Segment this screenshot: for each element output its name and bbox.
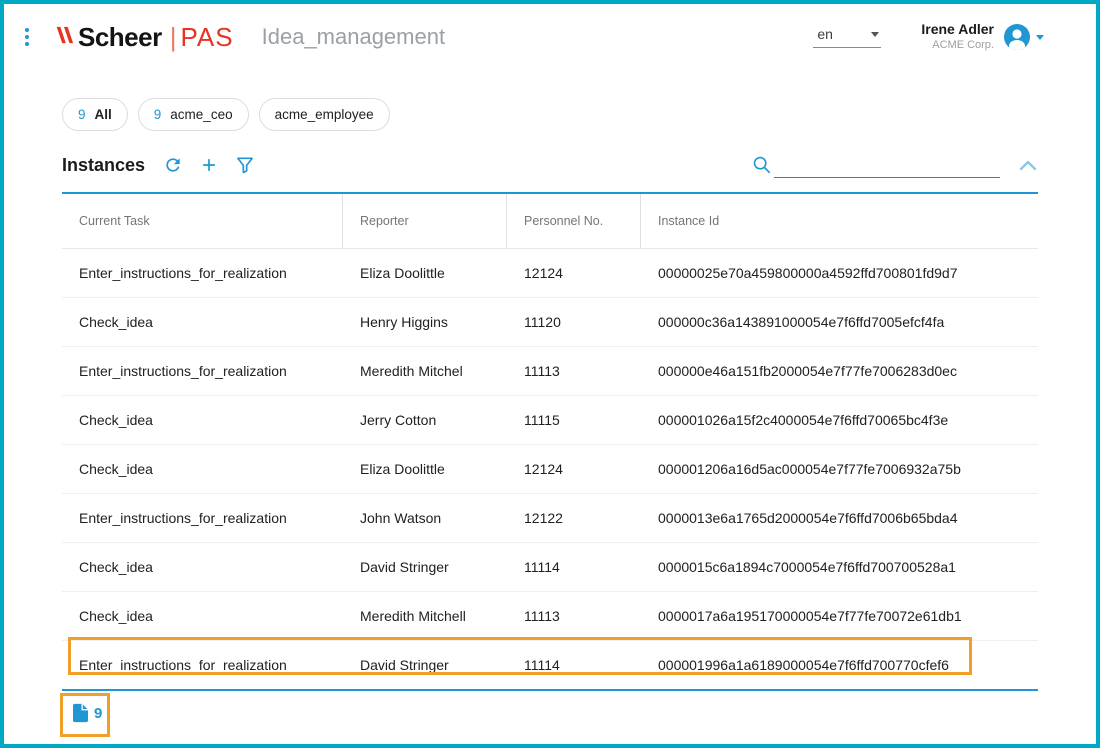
- account-circle-icon: [1002, 22, 1032, 52]
- cell-reporter: Meredith Mitchel: [343, 363, 507, 379]
- chip-label: All: [95, 107, 112, 122]
- user-name: Irene Adler: [921, 21, 994, 39]
- cell-personnel-no: 11114: [507, 559, 641, 575]
- cell-instance-id: 0000017a6a195170000054e7f77fe70072e61db1: [641, 608, 1038, 624]
- table-row[interactable]: Enter_instructions_for_realization Eliza…: [62, 249, 1038, 298]
- collapse-panel-button[interactable]: [1018, 158, 1038, 172]
- page-title: Idea_management: [262, 24, 445, 50]
- page-count-value: 9: [94, 705, 102, 722]
- filter-funnel-icon: [235, 155, 255, 175]
- table-row[interactable]: Check_idea Eliza Doolittle 12124 0000012…: [62, 445, 1038, 494]
- cell-personnel-no: 11114: [507, 657, 641, 673]
- cell-reporter: John Watson: [343, 510, 507, 526]
- app-header: Scheer | PAS Idea_management en Irene Ad…: [14, 10, 1044, 64]
- cell-instance-id: 00000025e70a459800000a4592ffd700801fd9d7: [641, 265, 1038, 281]
- cell-personnel-no: 11113: [507, 363, 641, 379]
- table-row[interactable]: Enter_instructions_for_realization John …: [62, 494, 1038, 543]
- table-header-row: Current Task Reporter Personnel No. Inst…: [62, 194, 1038, 249]
- cell-instance-id: 0000013e6a1765d2000054e7f6ffd7006b65bda4: [641, 510, 1038, 526]
- search-input[interactable]: [774, 153, 1000, 178]
- cell-instance-id: 000001996a1a6189000054e7f6ffd700770cfef6: [641, 657, 1038, 673]
- refresh-icon: [163, 155, 183, 175]
- table-row[interactable]: Check_idea David Stringer 11114 0000015c…: [62, 543, 1038, 592]
- language-select[interactable]: en: [813, 26, 881, 48]
- column-header-reporter[interactable]: Reporter: [343, 194, 507, 248]
- chevron-down-icon: [871, 32, 879, 37]
- scheer-pas-logo: Scheer | PAS: [54, 22, 234, 53]
- cell-personnel-no: 11115: [507, 412, 641, 428]
- user-organization: ACME Corp.: [921, 39, 994, 53]
- filter-chip-acme-employee[interactable]: acme_employee: [259, 98, 390, 131]
- cell-personnel-no: 12124: [507, 265, 641, 281]
- table-row[interactable]: Check_idea Jerry Cotton 11115 000001026a…: [62, 396, 1038, 445]
- cell-personnel-no: 12122: [507, 510, 641, 526]
- add-instance-button[interactable]: [199, 155, 219, 175]
- page-count-button[interactable]: 9: [72, 703, 102, 723]
- search-box: [752, 153, 1000, 178]
- app-window: Scheer | PAS Idea_management en Irene Ad…: [0, 0, 1100, 748]
- table-row[interactable]: Check_idea Meredith Mitchell 11113 00000…: [62, 592, 1038, 641]
- table-row-highlighted[interactable]: Enter_instructions_for_realization David…: [62, 641, 1038, 689]
- cell-instance-id: 0000015c6a1894c7000054e7f6ffd700700528a1: [641, 559, 1038, 575]
- cell-instance-id: 000000c36a143891000054e7f6ffd7005efcf4fa: [641, 314, 1038, 330]
- cell-current-task: Enter_instructions_for_realization: [62, 265, 343, 281]
- user-menu-button[interactable]: [1002, 22, 1044, 52]
- cell-reporter: Meredith Mitchell: [343, 608, 507, 624]
- cell-personnel-no: 11120: [507, 314, 641, 330]
- cell-reporter: Eliza Doolittle: [343, 265, 507, 281]
- cell-current-task: Check_idea: [62, 608, 343, 624]
- cell-instance-id: 000000e46a151fb2000054e7f77fe7006283d0ec: [641, 363, 1038, 379]
- brand-divider: |: [170, 22, 177, 53]
- chip-label: acme_employee: [275, 107, 374, 122]
- cell-current-task: Check_idea: [62, 314, 343, 330]
- cell-current-task: Enter_instructions_for_realization: [62, 510, 343, 526]
- chip-count: 9: [78, 107, 86, 122]
- cell-reporter: David Stringer: [343, 559, 507, 575]
- frame-tab-notch: [38, 0, 250, 5]
- column-header-current-task[interactable]: Current Task: [62, 194, 343, 248]
- cell-current-task: Enter_instructions_for_realization: [62, 657, 343, 673]
- chevron-down-icon: [1036, 35, 1044, 40]
- cell-current-task: Check_idea: [62, 412, 343, 428]
- filter-chip-all[interactable]: 9 All: [62, 98, 128, 131]
- filter-chip-bar: 9 All 9 acme_ceo acme_employee: [62, 98, 390, 131]
- filter-chip-acme-ceo[interactable]: 9 acme_ceo: [138, 98, 249, 131]
- cell-current-task: Check_idea: [62, 461, 343, 477]
- cell-current-task: Check_idea: [62, 559, 343, 575]
- kebab-menu-icon[interactable]: [14, 24, 40, 50]
- cell-instance-id: 000001206a16d5ac000054e7f77fe7006932a75b: [641, 461, 1038, 477]
- table-row[interactable]: Enter_instructions_for_realization Mered…: [62, 347, 1038, 396]
- cell-reporter: Eliza Doolittle: [343, 461, 507, 477]
- language-value: en: [817, 26, 833, 42]
- column-header-instance-id[interactable]: Instance Id: [641, 194, 1038, 248]
- plus-icon: [199, 155, 219, 175]
- user-info: Irene Adler ACME Corp.: [921, 21, 994, 52]
- chip-count: 9: [154, 107, 162, 122]
- instances-toolbar: Instances: [62, 146, 1038, 184]
- file-icon: [72, 703, 89, 723]
- search-icon: [752, 155, 772, 180]
- brand-pas-text: PAS: [181, 22, 234, 53]
- cell-personnel-no: 12124: [507, 461, 641, 477]
- cell-personnel-no: 11113: [507, 608, 641, 624]
- filter-button[interactable]: [235, 155, 255, 175]
- cell-reporter: Jerry Cotton: [343, 412, 507, 428]
- cell-reporter: David Stringer: [343, 657, 507, 673]
- instances-table: Current Task Reporter Personnel No. Inst…: [62, 192, 1038, 691]
- column-header-personnel-no[interactable]: Personnel No.: [507, 194, 641, 248]
- section-title: Instances: [62, 155, 145, 176]
- cell-reporter: Henry Higgins: [343, 314, 507, 330]
- cell-current-task: Enter_instructions_for_realization: [62, 363, 343, 379]
- brand-scheer-text: Scheer: [78, 22, 162, 53]
- chevron-up-icon: [1018, 158, 1038, 172]
- chip-label: acme_ceo: [170, 107, 232, 122]
- table-row[interactable]: Check_idea Henry Higgins 11120 000000c36…: [62, 298, 1038, 347]
- refresh-button[interactable]: [163, 155, 183, 175]
- cell-instance-id: 000001026a15f2c4000054e7f6ffd70065bc4f3e: [641, 412, 1038, 428]
- scheer-logo-mark-icon: [54, 23, 74, 52]
